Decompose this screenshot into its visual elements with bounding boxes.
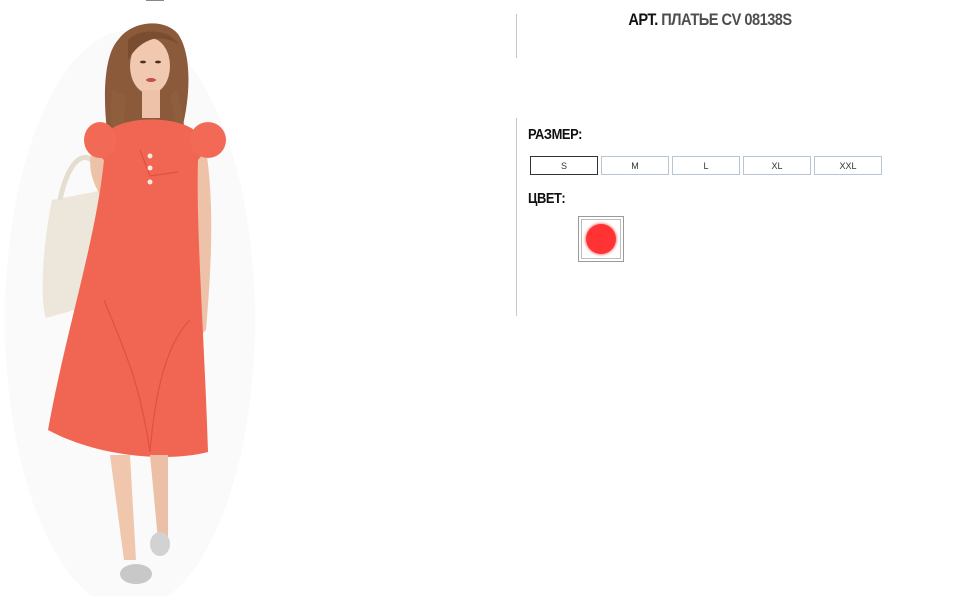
divider-top — [516, 14, 517, 58]
color-swatch-frame — [581, 219, 621, 259]
title-prefix: АРТ. — [628, 10, 658, 29]
size-option-xl[interactable]: XL — [743, 156, 811, 175]
product-title: АРТ. ПЛАТЬЕ CV 08138S — [581, 10, 839, 30]
size-option-m[interactable]: M — [601, 156, 669, 175]
title-name: ПЛАТЬЕ CV 08138S — [661, 10, 792, 29]
size-option-l[interactable]: L — [672, 156, 740, 175]
product-photo — [5, 23, 255, 596]
color-label: ЦВЕТ: — [528, 190, 566, 207]
color-swatch-red[interactable] — [578, 216, 624, 262]
size-option-s[interactable]: S — [530, 156, 598, 175]
color-dot — [586, 224, 616, 254]
size-option-xxl[interactable]: XXL — [814, 156, 882, 175]
size-label: РАЗМЕР: — [528, 126, 582, 143]
divider-options — [516, 118, 517, 316]
size-selector: S M L XL XXL — [530, 156, 882, 175]
